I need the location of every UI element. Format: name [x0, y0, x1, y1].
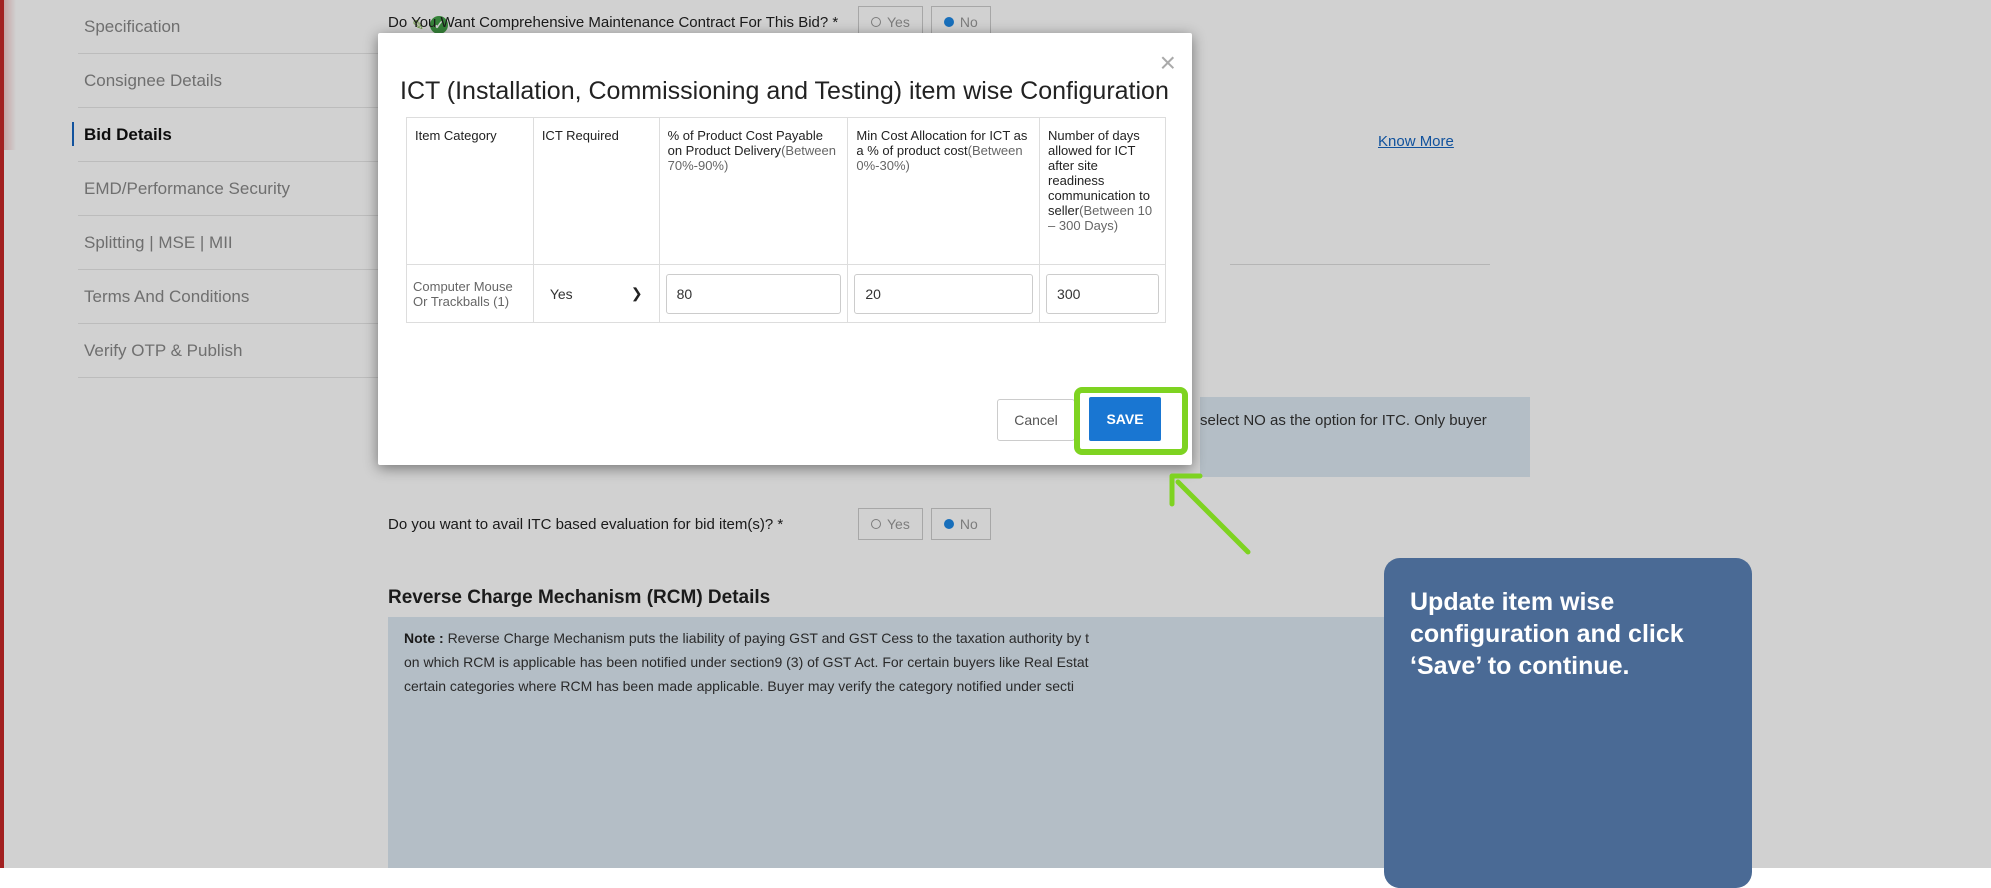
column-header: Min Cost Allocation for ICT as a % of pr…	[847, 117, 1041, 265]
close-icon[interactable]: ×	[1160, 49, 1176, 77]
column-header: Number of days allowed for ICT after sit…	[1039, 117, 1166, 265]
pointer-arrow	[1169, 473, 1251, 555]
select-value: Yes	[549, 285, 573, 302]
table-row: Computer Mouse Or Trackballs (1) Yes ❯ 8…	[406, 264, 1166, 323]
min-cost-cell: 20	[847, 264, 1041, 323]
payable-pct-cell: 80	[658, 264, 849, 323]
instruction-callout: Update item wise configuration and click…	[1384, 558, 1752, 888]
modal-title: ICT (Installation, Commissioning and Tes…	[400, 77, 1169, 105]
column-header: ICT Required	[532, 117, 660, 265]
ict-required-cell: Yes ❯	[532, 264, 660, 323]
table-header-row: Item Category ICT Required % of Product …	[406, 117, 1166, 265]
days-cell: 300	[1039, 264, 1166, 323]
chevron-down-icon: ❯	[630, 285, 643, 301]
ict-config-table: Item Category ICT Required % of Product …	[406, 117, 1166, 323]
column-header: % of Product Cost Payable on Product Del…	[658, 117, 849, 265]
save-highlight-box	[1074, 387, 1188, 455]
min-cost-pct-input[interactable]: 20	[854, 273, 1034, 314]
cancel-button[interactable]: Cancel	[997, 399, 1075, 441]
column-header: Item Category	[406, 117, 534, 265]
ict-config-modal: × ICT (Installation, Commissioning and T…	[378, 33, 1192, 465]
payable-pct-input[interactable]: 80	[665, 273, 842, 314]
ict-days-input[interactable]: 300	[1046, 273, 1159, 314]
item-category-cell: Computer Mouse Or Trackballs (1)	[406, 264, 534, 323]
ict-required-select[interactable]: Yes ❯	[539, 273, 653, 314]
